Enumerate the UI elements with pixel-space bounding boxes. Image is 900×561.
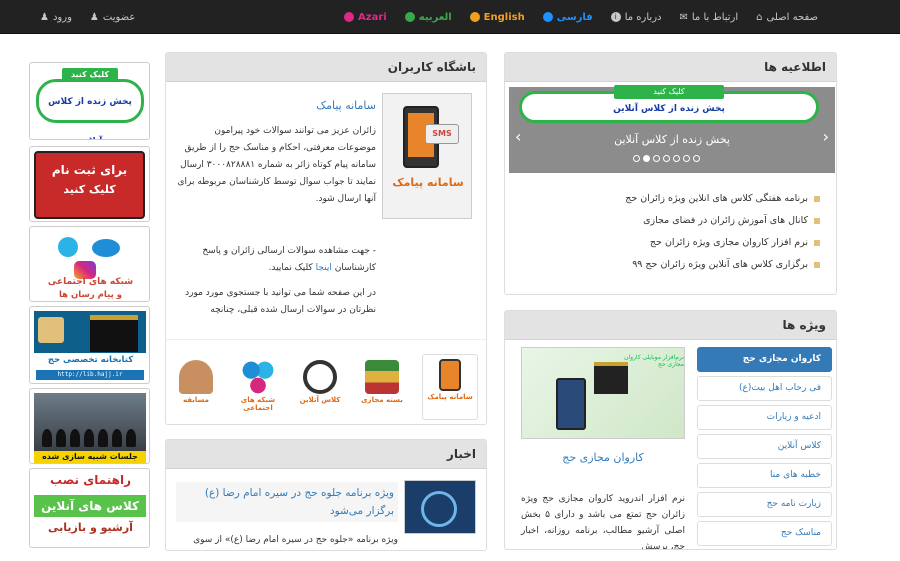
nav-lang-ar[interactable]: العربيه — [404, 12, 452, 23]
register-banner[interactable]: برای ثبت نام کلیک کنید — [29, 146, 150, 222]
nav-lang-az[interactable]: Azari — [344, 12, 387, 23]
top-navbar: ⌂ صفحه اصلی ✉ ارتباط با ما i درباره ما فارس… — [0, 0, 900, 34]
social-networks-banner[interactable]: شبکه های اجتماعی و پیام رسان ها — [29, 226, 150, 302]
user-icon: ♟ — [40, 11, 49, 23]
install-guide-banner[interactable]: راهنمای نصب کلاس های آنلاین آرشیو و بازی… — [29, 468, 150, 548]
nav-about[interactable]: i درباره ما — [610, 12, 661, 23]
sms-system-link[interactable]: سامانه پیامک — [176, 99, 376, 112]
bullet-icon — [814, 195, 820, 202]
tab-hajj-rites[interactable]: مناسک حج — [697, 521, 832, 546]
sms-bubble-icon: SMS — [425, 124, 459, 144]
special-title: ویژه ها — [505, 311, 836, 340]
list-item[interactable]: برنامه هفتگی کلاس های انلاین ویژه زائران… — [625, 193, 820, 204]
chevron-left-icon[interactable]: ‹ — [515, 127, 521, 146]
headset-icon — [303, 360, 337, 394]
news-panel: اخبار ویژه برنامه جلوه حج در سیره امام ر… — [165, 439, 487, 551]
carousel-dot[interactable] — [633, 155, 640, 162]
live-class-side-banner[interactable]: کلیک کنید پخش زنده از کلاس آنلاین — [29, 62, 150, 140]
carousel-dot[interactable] — [643, 155, 650, 162]
sms-description: زائران عزیز می توانند سوالات خود پیرامون… — [177, 126, 376, 204]
nav-lang-en[interactable]: English — [469, 12, 525, 23]
users-club-title: باشگاه کاربران — [166, 53, 486, 82]
list-item[interactable]: برگزاری کلاس های آنلاین ویژه زائران حج ۹… — [625, 259, 820, 270]
phone-icon — [556, 378, 586, 430]
virtual-caravan-link[interactable]: کاروان مجازی حج — [521, 451, 685, 464]
nav-lang-fa[interactable]: فارسی — [542, 12, 593, 23]
globe-icon — [344, 12, 355, 22]
user-icon: ♟ — [89, 11, 99, 23]
globe-icon — [404, 12, 415, 22]
thumb-online-class[interactable]: کلاس آنلاین — [292, 356, 348, 412]
nav-contact[interactable]: ✉ ارتباط با ما — [679, 12, 738, 23]
messenger-icon — [92, 239, 120, 257]
list-item[interactable]: کانال های آموزش زائران در فضای مجازی — [625, 215, 820, 226]
user-nav: ♟ ورود ♟ عضویت — [40, 0, 153, 34]
sms-system-image[interactable]: SMS سامانه پیامک — [382, 93, 472, 219]
carousel-indicators[interactable] — [633, 155, 700, 162]
thumb-sms[interactable]: سامانه پیامک — [422, 354, 478, 420]
announcement-carousel[interactable]: کلیک کنید پخش زنده از کلاس آنلاین پخش زن… — [509, 85, 835, 173]
tab-virtual-caravan[interactable]: کاروان مجازی حج — [697, 347, 832, 372]
logo-icon — [38, 317, 64, 343]
club-thumbnails: سامانه پیامک بسته مجازی کلاس آنلاین شبکه… — [166, 339, 486, 420]
special-panel: ویژه ها کاروان مجازی حج فی رحاب اهل بیت(… — [504, 310, 837, 550]
virtual-caravan-image[interactable]: نرم‌افزار موبایلی کاروان مجازی حج — [521, 347, 685, 439]
news-image[interactable] — [404, 480, 476, 534]
social-icon — [241, 360, 275, 394]
hajj-library-banner[interactable]: کتابخانه تخصصی حج http://lib.hajj.ir — [29, 306, 150, 384]
news-item-link[interactable]: ویژه برنامه جلوه حج در سیره امام رضا (ع)… — [176, 482, 398, 522]
tab-hajj-ziyarat[interactable]: زیارت نامه حج — [697, 492, 832, 517]
virtual-caravan-description: نرم افزار اندروید کاروان مجازی حج ویژه ز… — [521, 494, 685, 550]
special-tabs: کاروان مجازی حج فی رحاب اهل بیت(ع) ادعیه… — [697, 347, 832, 549]
envelope-icon: ✉ — [679, 11, 688, 23]
announcement-list: برنامه هفتگی کلاس های انلاین ویژه زائران… — [625, 193, 820, 281]
list-item[interactable]: نرم افزار کاروان مجازی ویژه زائران حج — [625, 237, 820, 248]
kaaba-icon — [594, 362, 628, 394]
caravan-sessions-banner[interactable]: جلسات شبیه سازی شده کاروانی — [29, 388, 150, 464]
bullet-icon — [814, 261, 820, 268]
books-icon — [365, 360, 399, 394]
home-icon: ⌂ — [756, 11, 763, 23]
globe-icon — [542, 12, 553, 22]
announcements-panel: اطلاعیه ها کلیک کنید پخش زنده از کلاس آن… — [504, 52, 837, 295]
bullet-icon — [814, 217, 820, 224]
sms-view-questions: - جهت مشاهده سوالات ارسالی زائران و پاسخ… — [202, 246, 376, 273]
users-club-panel: باشگاه کاربران SMS سامانه پیامک سامانه پ… — [165, 52, 487, 425]
carousel-dot[interactable] — [653, 155, 660, 162]
announcements-title: اطلاعیه ها — [505, 53, 836, 82]
chat-icon — [58, 237, 78, 257]
tab-online-class[interactable]: کلاس آنلاین — [697, 434, 832, 459]
thumb-contest[interactable]: مسابقه — [168, 356, 224, 412]
globe-icon — [469, 12, 480, 22]
news-title: اخبار — [166, 440, 486, 469]
tab-ahl-bayt[interactable]: فی رحاب اهل بیت(ع) — [697, 376, 832, 401]
carousel-dot[interactable] — [663, 155, 670, 162]
tab-prayers[interactable]: ادعیه و زیارات — [697, 405, 832, 430]
sms-search-text: در این صفحه شما می توانید با جستجوی مورد… — [185, 288, 376, 315]
carousel-dot[interactable] — [683, 155, 690, 162]
sessions-photo — [34, 393, 146, 451]
nav-home[interactable]: ⌂ صفحه اصلی — [756, 12, 818, 23]
carousel-dot[interactable] — [693, 155, 700, 162]
thumb-virtual-pack[interactable]: بسته مجازی — [354, 356, 410, 412]
tab-mina-sermons[interactable]: خطبه های منا — [697, 463, 832, 488]
here-link[interactable]: اینجا — [316, 263, 332, 273]
live-class-banner[interactable]: کلیک کنید پخش زنده از کلاس آنلاین — [519, 85, 819, 123]
chevron-right-icon[interactable]: › — [823, 127, 829, 146]
main-nav: ⌂ صفحه اصلی ✉ ارتباط با ما i درباره ما فارس… — [326, 0, 818, 34]
hands-icon — [179, 360, 213, 394]
phone-icon — [439, 359, 461, 391]
nav-register[interactable]: ♟ عضویت — [90, 12, 135, 23]
thumb-social[interactable]: شبکه های اجتماعی — [230, 356, 286, 412]
carousel-caption: پخش زنده از کلاس آنلاین — [614, 133, 730, 146]
library-image — [34, 311, 146, 353]
banner-tag: کلیک کنید — [614, 85, 724, 99]
news-item-body: ویژه برنامه «جلوه حج در سیره امام رضا (ع… — [193, 535, 398, 545]
carousel-dot[interactable] — [673, 155, 680, 162]
nav-login[interactable]: ♟ ورود — [40, 12, 72, 23]
info-icon: i — [610, 12, 621, 22]
bullet-icon — [814, 239, 820, 246]
